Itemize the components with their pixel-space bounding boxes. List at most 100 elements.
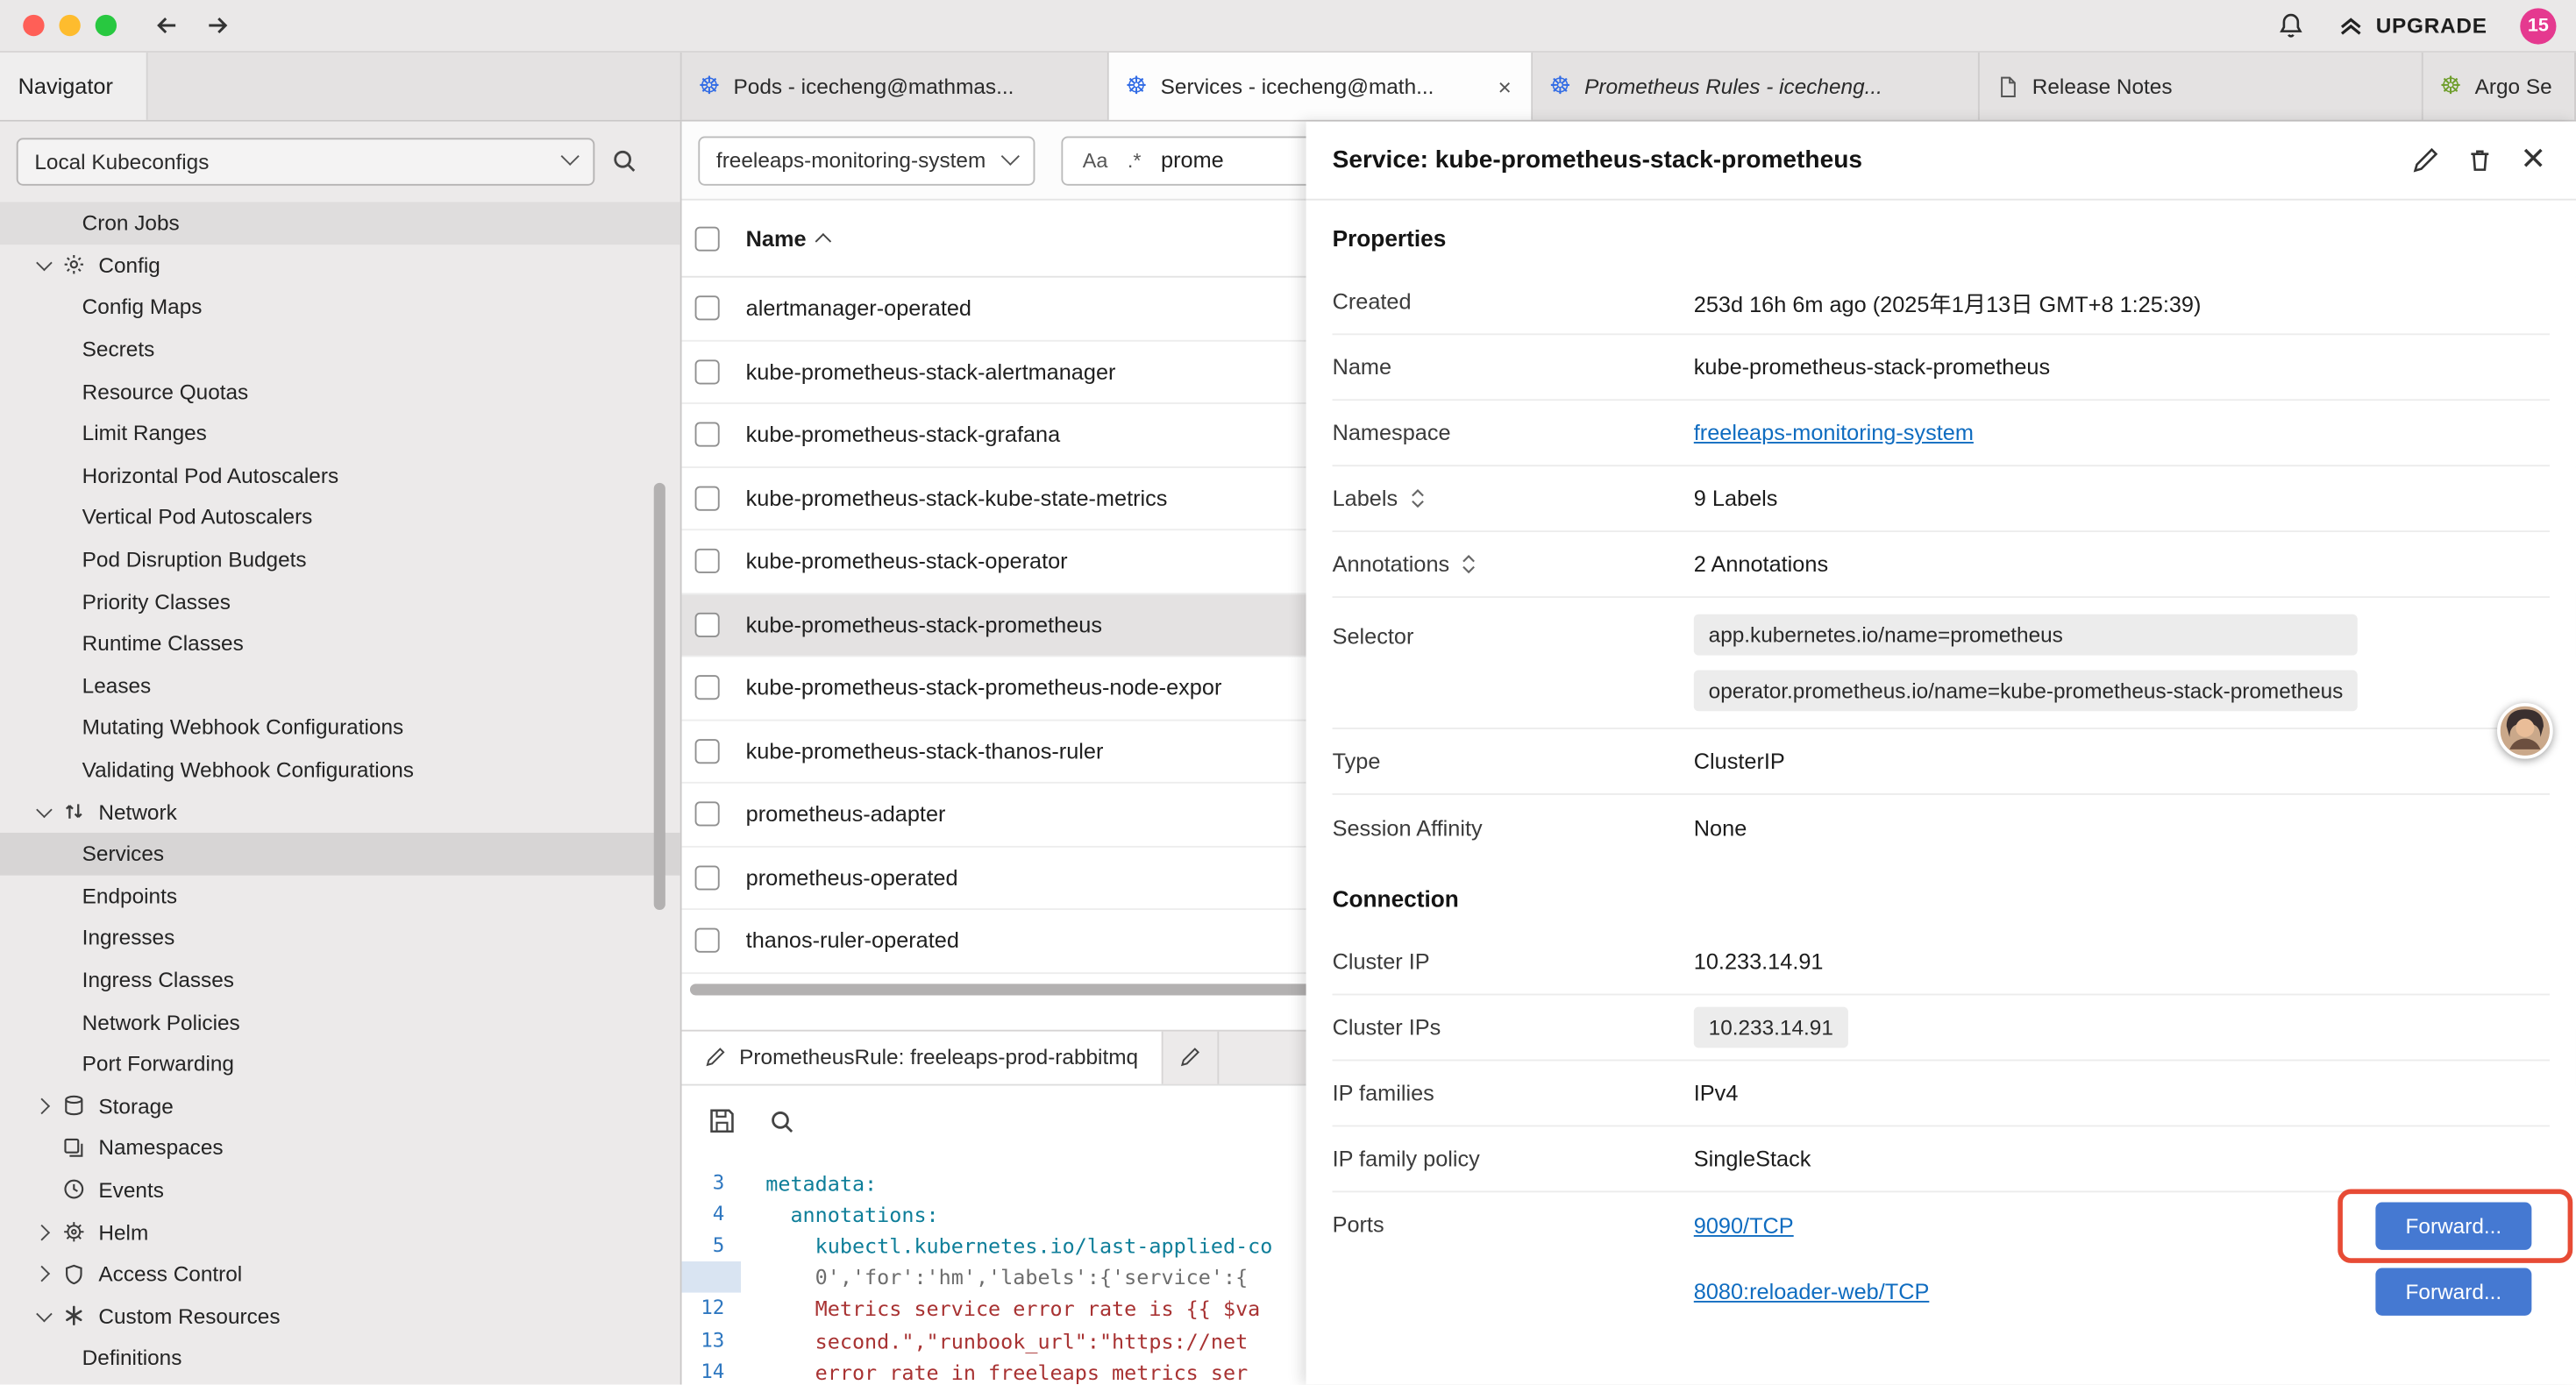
row-checkbox[interactable] xyxy=(695,676,720,700)
row-checkbox[interactable] xyxy=(695,549,720,573)
expand-collapse-icon[interactable] xyxy=(1409,487,1426,508)
sidebar-item-events[interactable]: Events xyxy=(0,1168,680,1211)
tab-label: Argo Se xyxy=(2475,74,2552,98)
property-row-namespace: Namespace freeleaps-monitoring-system xyxy=(1333,401,2550,466)
service-details-drawer: Service: kube-prometheus-stack-prometheu… xyxy=(1306,122,2576,1385)
expand-collapse-icon[interactable] xyxy=(1461,553,1477,574)
sidebar-scrollbar[interactable] xyxy=(654,483,665,910)
sidebar-item-namespaces[interactable]: Namespaces xyxy=(0,1126,680,1168)
sidebar-item-endpoints[interactable]: Endpoints xyxy=(0,875,680,917)
sidebar-item-helm[interactable]: Helm xyxy=(0,1211,680,1253)
namespace-link[interactable]: freeleaps-monitoring-system xyxy=(1694,421,1974,445)
forward-button[interactable]: Forward... xyxy=(2375,1268,2531,1315)
port-link[interactable]: 8080:reloader-web/TCP xyxy=(1694,1279,1930,1303)
sidebar-item-priority-classes[interactable]: Priority Classes xyxy=(0,580,680,622)
sidebar-item-leases[interactable]: Leases xyxy=(0,664,680,707)
property-row-labels: Labels 9 Labels xyxy=(1333,466,2550,532)
sidebar-item-runtime-classes[interactable]: Runtime Classes xyxy=(0,622,680,664)
user-avatar[interactable] xyxy=(2497,703,2553,759)
sidebar-item-cron-jobs[interactable]: Cron Jobs xyxy=(0,202,680,244)
cluster-ip-value: 10.233.14.91 xyxy=(1694,949,1824,974)
name-column-header[interactable]: Name xyxy=(746,226,831,251)
save-icon[interactable] xyxy=(708,1107,737,1135)
property-row-name: Name kube-prometheus-stack-prometheus xyxy=(1333,335,2550,401)
edit-pencil-icon[interactable] xyxy=(2412,146,2440,174)
kubeconfig-selector[interactable]: Local Kubeconfigs xyxy=(17,137,595,184)
sidebar-item-pod-disruption-budgets[interactable]: Pod Disruption Budgets xyxy=(0,538,680,580)
namespace-filter-select[interactable]: freeleaps-monitoring-system xyxy=(698,136,1035,185)
editor-tab-partial[interactable] xyxy=(1163,1031,1219,1083)
row-checkbox[interactable] xyxy=(695,359,720,384)
tab-strip: Navigator ☸ Pods - icecheng@mathmas... ☸… xyxy=(0,53,2576,122)
tab-label: Release Notes xyxy=(2032,74,2173,98)
sidebar-item-ingresses[interactable]: Ingresses xyxy=(0,917,680,959)
notifications-bell-icon[interactable] xyxy=(2277,11,2305,39)
navigator-tab[interactable]: Navigator xyxy=(0,53,148,120)
forward-icon[interactable] xyxy=(203,11,231,39)
cluster-tabs: ☸ Pods - icecheng@mathmas... ☸ Services … xyxy=(682,53,2576,120)
property-row-cluster-ip: Cluster IP 10.233.14.91 xyxy=(1333,930,2550,996)
sidebar-item-config[interactable]: Config xyxy=(0,244,680,286)
close-window-button[interactable] xyxy=(23,15,44,36)
row-checkbox[interactable] xyxy=(695,865,720,890)
tab-prometheus-rules[interactable]: ☸ Prometheus Rules - icecheng... xyxy=(1533,53,1980,120)
row-checkbox[interactable] xyxy=(695,928,720,953)
tab-release-notes[interactable]: Release Notes xyxy=(1980,53,2423,120)
editor-search-icon[interactable] xyxy=(769,1108,795,1134)
sidebar-item-config-maps[interactable]: Config Maps xyxy=(0,286,680,328)
row-checkbox[interactable] xyxy=(695,612,720,636)
kubernetes-icon: ☸ xyxy=(2439,74,2461,98)
port-link[interactable]: 9090/TCP xyxy=(1694,1213,1794,1238)
sidebar-item-resource-quotas[interactable]: Resource Quotas xyxy=(0,370,680,412)
sidebar-search-icon[interactable] xyxy=(611,148,637,174)
sidebar-item-definitions[interactable]: Definitions xyxy=(0,1337,680,1379)
tab-pods[interactable]: ☸ Pods - icecheng@mathmas... xyxy=(682,53,1109,120)
tab-services[interactable]: ☸ Services - icecheng@math... × xyxy=(1109,53,1533,120)
sidebar-item-mutating-webhook-configurations[interactable]: Mutating Webhook Configurations xyxy=(0,707,680,749)
sidebar-item-ingress-classes[interactable]: Ingress Classes xyxy=(0,959,680,1001)
property-row-session-affinity: Session Affinity None xyxy=(1333,795,2550,861)
regex-toggle[interactable]: .* xyxy=(1128,149,1142,172)
delete-trash-icon[interactable] xyxy=(2466,146,2494,174)
document-icon xyxy=(1996,75,2019,97)
forward-button[interactable]: Forward... xyxy=(2375,1202,2531,1249)
helm-wheel-icon xyxy=(59,1220,87,1243)
back-icon[interactable] xyxy=(153,11,181,39)
cluster-ips-chip: 10.233.14.91 xyxy=(1694,1007,1848,1048)
minimize-window-button[interactable] xyxy=(59,15,80,36)
row-checkbox[interactable] xyxy=(695,296,720,321)
sidebar-item-custom-resources[interactable]: Custom Resources xyxy=(0,1295,680,1337)
sidebar-item-port-forwarding[interactable]: Port Forwarding xyxy=(0,1043,680,1085)
chevron-right-icon xyxy=(34,1266,51,1282)
tab-argo[interactable]: ☸ Argo Se xyxy=(2423,53,2576,120)
storage-icon xyxy=(59,1094,87,1117)
close-tab-icon[interactable]: × xyxy=(1495,73,1515,99)
row-checkbox[interactable] xyxy=(695,423,720,447)
property-row-selector: Selector app.kubernetes.io/name=promethe… xyxy=(1333,598,2550,729)
close-drawer-icon[interactable]: ✕ xyxy=(2520,145,2546,176)
zoom-window-button[interactable] xyxy=(96,15,117,36)
row-checkbox[interactable] xyxy=(695,802,720,827)
sidebar-item-access-control[interactable]: Access Control xyxy=(0,1253,680,1295)
editor-tab-prometheusrule[interactable]: PrometheusRule: freeleaps-prod-rabbitmq xyxy=(682,1031,1163,1083)
sidebar-item-vertical-pod-autoscalers[interactable]: Vertical Pod Autoscalers xyxy=(0,496,680,538)
sidebar-item-network-policies[interactable]: Network Policies xyxy=(0,1001,680,1043)
sidebar-item-network[interactable]: Network xyxy=(0,791,680,833)
property-row-ip-family-policy: IP family policy SingleStack xyxy=(1333,1126,2550,1192)
sidebar-item-validating-webhook-configurations[interactable]: Validating Webhook Configurations xyxy=(0,749,680,791)
navigator-label: Navigator xyxy=(18,74,113,98)
resource-tree: Cron Jobs Config Config Maps Secrets Res… xyxy=(0,202,680,1384)
chevron-down-icon xyxy=(561,147,580,166)
sidebar-item-services[interactable]: Services xyxy=(0,833,680,875)
sidebar-item-storage[interactable]: Storage xyxy=(0,1085,680,1127)
select-all-checkbox[interactable] xyxy=(695,226,720,251)
match-case-toggle[interactable]: Aa xyxy=(1083,149,1108,172)
sidebar-item-horizontal-pod-autoscalers[interactable]: Horizontal Pod Autoscalers xyxy=(0,454,680,496)
row-checkbox[interactable] xyxy=(695,739,720,764)
notification-count-badge[interactable]: 15 xyxy=(2520,7,2556,43)
sidebar-item-limit-ranges[interactable]: Limit Ranges xyxy=(0,412,680,454)
upgrade-button[interactable]: UPGRADE xyxy=(2338,12,2487,39)
sidebar-item-secrets[interactable]: Secrets xyxy=(0,328,680,370)
row-checkbox[interactable] xyxy=(695,486,720,510)
chevron-down-icon xyxy=(1001,146,1020,165)
